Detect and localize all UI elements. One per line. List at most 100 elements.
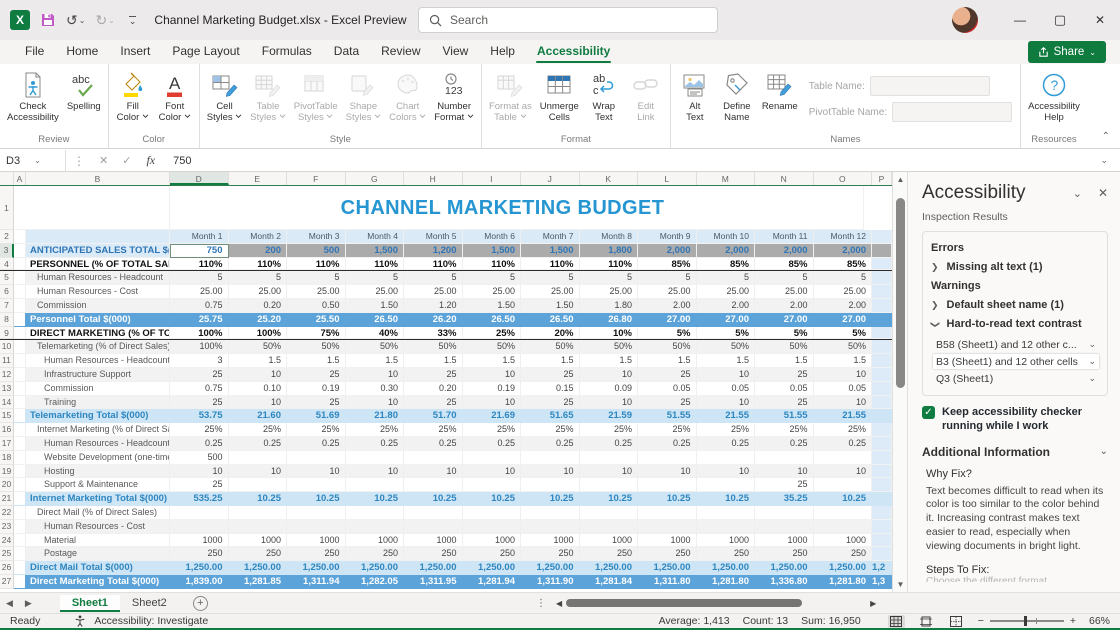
data-cell[interactable]: 1.50	[521, 299, 580, 313]
data-cell[interactable]: 75%	[287, 327, 346, 340]
zoom-thumb[interactable]	[1024, 616, 1028, 626]
data-cell[interactable]: 1.20	[404, 299, 463, 313]
data-cell[interactable]: 1,250.00	[580, 561, 639, 575]
data-cell[interactable]: 0.25	[287, 437, 346, 451]
row-header-2[interactable]: 2	[0, 230, 14, 244]
partial-col-cell[interactable]: 1,3	[872, 575, 892, 589]
data-cell[interactable]: 0.25	[404, 437, 463, 451]
row-label-24[interactable]: Material	[26, 534, 170, 548]
data-cell[interactable]: 25.00	[229, 285, 288, 299]
normal-view-icon[interactable]	[888, 615, 905, 628]
row-header-12[interactable]: 12	[0, 368, 14, 382]
zoom-out-icon[interactable]: −	[978, 615, 984, 627]
data-cell[interactable]: 1,250.00	[463, 561, 522, 575]
data-cell[interactable]	[638, 506, 697, 520]
data-cell[interactable]: 26.20	[404, 313, 463, 327]
data-cell[interactable]: 25.00	[638, 285, 697, 299]
grid-cell[interactable]	[14, 423, 26, 437]
row-header-17[interactable]: 17	[0, 437, 14, 451]
data-cell[interactable]: 10	[346, 465, 405, 479]
grid-cell[interactable]	[14, 299, 26, 313]
row-header-7[interactable]: 7	[0, 299, 14, 313]
redo-button[interactable]: ↻⌄	[95, 12, 114, 29]
data-cell[interactable]	[287, 506, 346, 520]
row-label-5[interactable]: Human Resources - Headcount	[26, 271, 170, 285]
grid-cell[interactable]	[14, 561, 26, 575]
row-header-25[interactable]: 25	[0, 547, 14, 561]
data-cell[interactable]: 10.25	[229, 492, 288, 506]
col-header-G[interactable]: G	[346, 172, 405, 185]
row-header-8[interactable]: 8	[0, 313, 14, 327]
data-cell[interactable]: Month 2	[229, 230, 288, 244]
data-cell[interactable]: 1,281.85	[229, 575, 288, 589]
data-cell[interactable]	[463, 506, 522, 520]
data-cell[interactable]: 1.5	[638, 354, 697, 368]
data-cell[interactable]	[697, 520, 756, 534]
data-cell[interactable]	[755, 451, 814, 465]
data-cell[interactable]: 500	[287, 244, 346, 258]
data-cell[interactable]: 5	[229, 271, 288, 285]
excel-logo-icon[interactable]: X	[10, 10, 30, 30]
tab-help[interactable]: Help	[479, 41, 526, 63]
share-button[interactable]: Share ⌄	[1028, 41, 1106, 63]
data-cell[interactable]	[229, 506, 288, 520]
data-cell[interactable]: 25.00	[170, 285, 229, 299]
grid-cell[interactable]	[14, 547, 26, 561]
row-label-18[interactable]: Website Development (one-time cost)	[26, 451, 170, 465]
data-cell[interactable]: 25	[287, 368, 346, 382]
data-cell[interactable]: 2,000	[755, 244, 814, 258]
grid-cell[interactable]	[14, 575, 26, 589]
data-cell[interactable]: 25	[638, 368, 697, 382]
data-cell[interactable]	[346, 506, 405, 520]
data-cell[interactable]: 5	[404, 271, 463, 285]
data-cell[interactable]: 1,800	[580, 244, 639, 258]
row-label-9[interactable]: DIRECT MARKETING (% OF TOTAL	[26, 327, 170, 340]
data-cell[interactable]: 10	[229, 368, 288, 382]
data-cell[interactable]: 1.5	[814, 354, 873, 368]
prev-sheet-icon[interactable]: ◀	[0, 598, 19, 609]
name-box[interactable]: D3 ⌄	[0, 150, 66, 172]
data-cell[interactable]: 51.55	[755, 409, 814, 423]
partial-col-cell[interactable]	[872, 258, 892, 271]
data-cell[interactable]: 0.20	[404, 382, 463, 396]
minimize-button[interactable]: —	[1000, 0, 1040, 40]
data-cell[interactable]: 1,200	[404, 244, 463, 258]
data-cell[interactable]: 1000	[638, 534, 697, 548]
data-cell[interactable]: 25%	[638, 423, 697, 437]
sheet-tab-sheet1[interactable]: Sheet1	[60, 595, 120, 612]
data-cell[interactable]: 1,839.00	[170, 575, 229, 589]
data-cell[interactable]: 1000	[346, 534, 405, 548]
data-cell[interactable]: 0.10	[229, 382, 288, 396]
data-cell[interactable]: 1,250.00	[229, 561, 288, 575]
data-cell[interactable]	[346, 478, 405, 492]
data-cell[interactable]: 85%	[638, 258, 697, 271]
data-cell[interactable]: 110%	[463, 258, 522, 271]
data-cell[interactable]: 110%	[404, 258, 463, 271]
data-cell[interactable]: 25%	[287, 423, 346, 437]
data-cell[interactable]: 10	[463, 368, 522, 382]
data-cell[interactable]: 2.00	[814, 299, 873, 313]
data-cell[interactable]: 25	[755, 478, 814, 492]
search-input[interactable]: Search	[418, 7, 718, 33]
partial-col-cell[interactable]	[872, 285, 892, 299]
grid-cell[interactable]	[14, 437, 26, 451]
data-cell[interactable]: 0.25	[463, 437, 522, 451]
partial-col-cell[interactable]	[872, 437, 892, 451]
row-label-10[interactable]: Telemarketing (% of Direct Sales)	[26, 340, 170, 354]
warning-default-sheet-name[interactable]: ❯ Default sheet name (1)	[931, 299, 1099, 311]
data-cell[interactable]: 5	[638, 271, 697, 285]
data-cell[interactable]: 10	[463, 465, 522, 479]
user-avatar[interactable]	[952, 7, 978, 33]
data-cell[interactable]: 250	[287, 547, 346, 561]
data-cell[interactable]: 10	[697, 465, 756, 479]
data-cell[interactable]: 0.25	[346, 437, 405, 451]
grid-cell[interactable]	[14, 465, 26, 479]
data-cell[interactable]: Month 12	[814, 230, 873, 244]
data-cell[interactable]: 1,250.00	[521, 561, 580, 575]
data-cell[interactable]: 1,250.00	[638, 561, 697, 575]
data-cell[interactable]: 0.25	[814, 437, 873, 451]
data-cell[interactable]: 0.25	[521, 437, 580, 451]
data-cell[interactable]: 1,500	[521, 244, 580, 258]
partial-col-cell[interactable]	[872, 409, 892, 423]
data-cell[interactable]	[638, 478, 697, 492]
